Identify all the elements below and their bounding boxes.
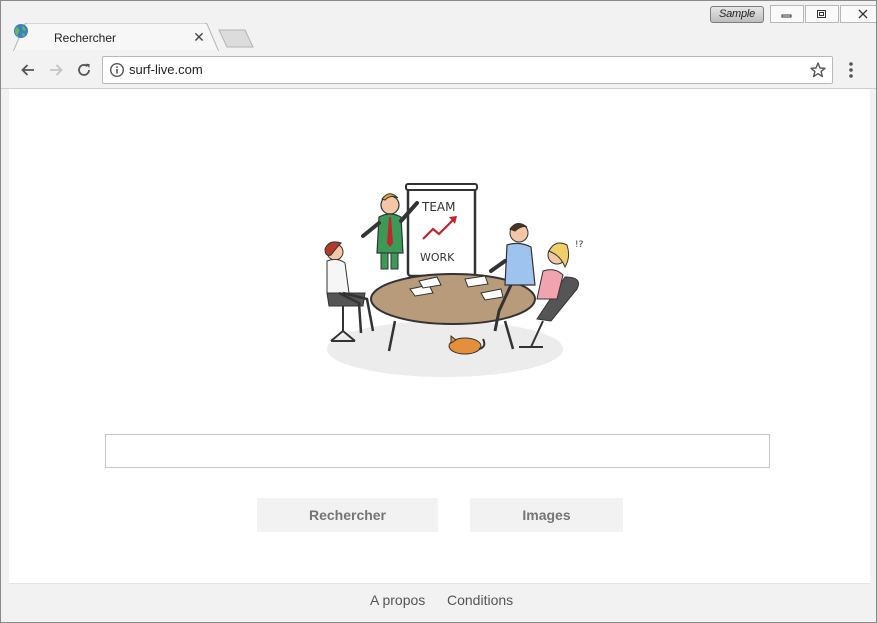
new-tab-button[interactable] (217, 29, 255, 49)
window-controls (770, 5, 876, 23)
info-icon[interactable] (109, 62, 125, 78)
frame-bottom (1, 615, 876, 622)
search-button[interactable]: Rechercher (257, 498, 438, 532)
flipchart-work-text: WORK (420, 251, 455, 264)
images-button[interactable]: Images (470, 498, 623, 532)
page-content: TEAM WORK !? Rechercher Images (9, 89, 870, 583)
more-vert-icon[interactable] (842, 60, 860, 80)
title-bar: Sample Rechercher ✕ (1, 1, 876, 52)
browser-window: Sample Rechercher ✕ surf-live.com TEAM W… (0, 0, 877, 623)
frame-left (1, 89, 9, 619)
minimize-icon (781, 14, 792, 18)
arrow-left-icon (21, 64, 34, 76)
close-icon (858, 9, 868, 19)
restore-icon (817, 10, 826, 18)
minimize-button[interactable] (770, 5, 804, 23)
star-icon[interactable] (809, 61, 827, 79)
forward-button[interactable] (45, 59, 67, 81)
tab-title: Rechercher (54, 31, 117, 45)
frame-right (870, 89, 876, 619)
reload-button[interactable] (73, 59, 95, 81)
page-footer: A propos Conditions (9, 583, 870, 616)
woman-left-figure (324, 241, 375, 342)
team-meeting-illustration: TEAM WORK !? (324, 183, 584, 377)
arrow-right-icon (50, 64, 63, 76)
address-bar[interactable]: surf-live.com (102, 56, 833, 84)
about-link[interactable]: A propos (370, 592, 425, 608)
terms-link[interactable]: Conditions (447, 592, 513, 608)
toolbar: surf-live.com (1, 51, 876, 89)
sample-badge: Sample (710, 6, 764, 23)
tab-rechercher[interactable]: Rechercher ✕ (13, 23, 219, 52)
tab-close-icon[interactable]: ✕ (191, 29, 207, 45)
reload-icon (78, 63, 90, 76)
flipchart-team-text: TEAM (421, 200, 455, 214)
url-text[interactable]: surf-live.com (129, 62, 203, 77)
restore-button[interactable] (805, 5, 839, 23)
search-input[interactable] (105, 434, 770, 468)
back-button[interactable] (17, 59, 39, 81)
globe-icon (14, 24, 28, 38)
svg-text:!?: !? (575, 240, 584, 250)
window-close-button[interactable] (840, 5, 876, 23)
